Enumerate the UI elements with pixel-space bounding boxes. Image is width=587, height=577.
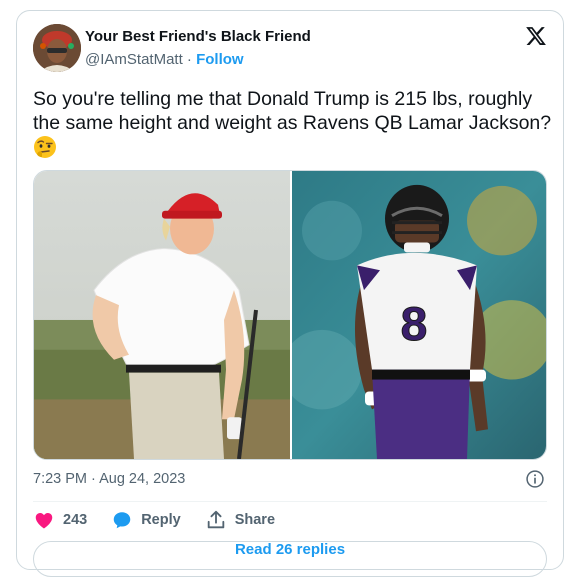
left-photo[interactable] xyxy=(34,171,290,459)
svg-text:8: 8 xyxy=(401,298,428,351)
heart-icon xyxy=(35,512,53,529)
handle-separator: · xyxy=(186,51,192,68)
like-count: 243 xyxy=(63,512,88,528)
follow-button[interactable]: Follow xyxy=(196,51,244,68)
tweet-card: Your Best Friend's Black Friend @IAmStat… xyxy=(16,10,564,577)
info-icon[interactable] xyxy=(525,469,545,489)
reply-button[interactable]: Reply xyxy=(111,509,181,531)
tweet-text: So you're telling me that Donald Trump i… xyxy=(33,88,552,134)
read-replies-button[interactable]: Read 26 replies xyxy=(33,541,547,577)
author-handle-row: @IAmStatMatt · Follow xyxy=(85,51,244,68)
reply-label: Reply xyxy=(141,512,181,528)
avatar-image xyxy=(33,24,81,72)
tweet-media[interactable]: 8 xyxy=(33,170,547,460)
tweet-timestamp[interactable]: 7:23 PM · Aug 24, 2023 xyxy=(33,471,185,487)
right-photo[interactable]: 8 xyxy=(292,171,547,459)
share-button[interactable]: Share xyxy=(205,509,275,531)
like-button[interactable]: 243 xyxy=(33,509,87,531)
avatar[interactable] xyxy=(33,24,81,72)
divider xyxy=(33,501,547,502)
share-upload-icon xyxy=(207,510,224,529)
author-display-name[interactable]: Your Best Friend's Black Friend xyxy=(85,28,311,45)
tweet-text-block: So you're telling me that Donald Trump i… xyxy=(33,87,553,160)
reply-bubble-icon xyxy=(113,512,131,529)
share-label: Share xyxy=(234,512,276,528)
author-handle[interactable]: @IAmStatMatt xyxy=(85,51,183,68)
tweet-actions: 243 Reply Share xyxy=(33,509,299,531)
x-logo-icon[interactable] xyxy=(525,25,547,47)
face-with-raised-eyebrow-icon xyxy=(34,136,56,158)
